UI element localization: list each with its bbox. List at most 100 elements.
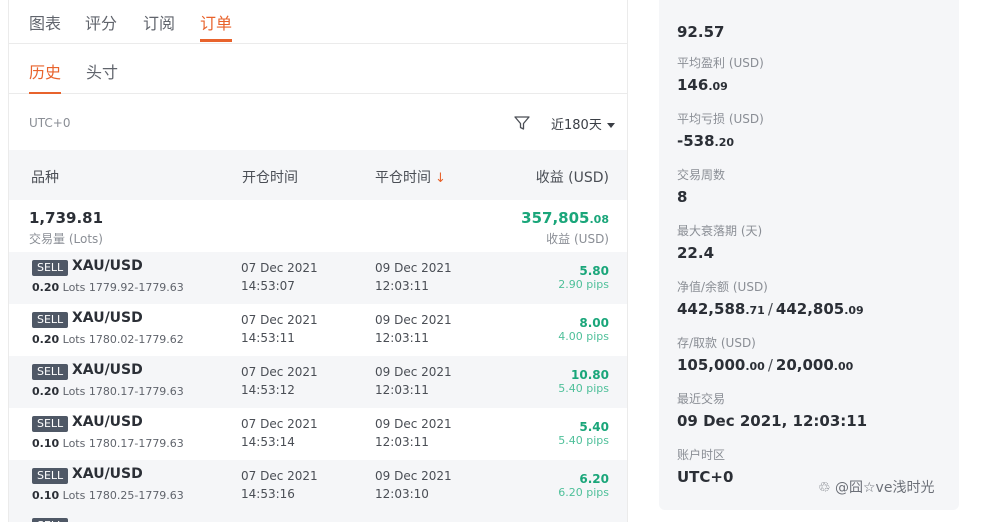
table-row[interactable]: SELL XAU/USD 0.20 Lots 1780.02-1779.62 07 D… — [9, 304, 627, 356]
total-profit-dec: .08 — [589, 213, 610, 226]
stats-card: 92.57 平均盈利 (USD) 146.09 平均亏损 (USD) -538.… — [659, 0, 959, 510]
total-profit-label: 收益 (USD) — [546, 232, 609, 246]
close-date: 09 Dec 2021 — [375, 417, 452, 431]
deposit-int: 105,000 — [677, 356, 746, 374]
stat-max-drawdown-period: 最大衰落期 (天) 22.4 — [677, 222, 762, 262]
lots-value: 0.20 — [32, 333, 60, 346]
profit-value: 10.80 — [571, 368, 609, 382]
symbol-label: XAU/USD — [72, 362, 143, 378]
table-row[interactable]: SELL XAU/USD 0.10 Lots 1780.17-1779.63 07 D… — [9, 408, 627, 460]
balance-dec: .09 — [844, 304, 864, 317]
total-profit-int: 357,805 — [521, 209, 590, 227]
tab-positions[interactable]: 头寸 — [86, 59, 118, 83]
column-profit: 收益 (USD) — [535, 170, 609, 186]
stat-account-timezone: 账户时区 UTC+0 — [677, 446, 733, 486]
price-range: 1779.92-1779.63 — [88, 281, 184, 294]
stat-value-int: -538 — [677, 132, 715, 150]
side-badge: SELL — [32, 518, 69, 522]
withdraw-dec: .00 — [833, 360, 854, 373]
stat-label: 交易周数 — [677, 168, 726, 182]
close-time: 12:03:10 — [375, 487, 429, 501]
lots-line: 0.20 Lots 1780.02-1779.62 — [32, 333, 184, 346]
lots-unit: Lots — [62, 489, 86, 502]
price-range: 1780.17-1779.63 — [88, 437, 184, 450]
sort-down-icon: ↓ — [435, 171, 446, 186]
close-date: 09 Dec 2021 — [375, 313, 452, 327]
value-separator: / — [767, 300, 773, 318]
tab-rating[interactable]: 评分 — [85, 10, 117, 34]
column-open-time[interactable]: 开仓时间 — [242, 167, 298, 187]
stat-value: -538.20 — [677, 132, 764, 150]
column-close-time-label: 平仓时间 — [375, 170, 431, 186]
caret-down-icon — [606, 123, 615, 128]
pips-value: 5.40 pips — [558, 434, 609, 447]
column-close-time[interactable]: 平仓时间 ↓ — [375, 167, 446, 187]
stat-last-trade: 最近交易 09 Dec 2021, 12:03:11 — [677, 390, 867, 430]
table-row[interactable]: SELL XAU/USD 0.20 Lots 1780.17-1779.63 07 D… — [9, 356, 627, 408]
sub-tab-bar: 历史 头寸 — [9, 44, 627, 94]
stat-value: 146.09 — [677, 76, 764, 94]
tab-history[interactable]: 历史 — [29, 59, 62, 94]
side-badge: SELL — [32, 364, 69, 380]
stat-label: 存/取款 (USD) — [677, 336, 756, 350]
lots-unit: Lots — [62, 437, 86, 450]
stat-label: 平均盈利 (USD) — [677, 56, 764, 70]
range-dropdown[interactable]: 近180天 — [551, 114, 615, 133]
lots-line: 0.20 Lots 1780.17-1779.63 — [32, 385, 184, 398]
value-separator: / — [767, 356, 773, 374]
stat-label: 最近交易 — [677, 392, 726, 406]
open-time: 14:53:12 — [241, 383, 295, 397]
timezone-label: UTC+0 — [29, 116, 71, 130]
stat-value-dec: .20 — [714, 136, 735, 149]
price-range: 1780.02-1779.62 — [88, 333, 184, 346]
withdraw-int: 20,000 — [775, 356, 834, 374]
table-row[interactable]: SELL XAU/USD 0.20 Lots 1779.92-1779.63 07 D… — [9, 252, 627, 304]
open-date: 07 Dec 2021 — [241, 469, 318, 483]
lots-value: 0.20 — [32, 385, 60, 398]
open-date: 07 Dec 2021 — [241, 417, 318, 431]
profit-value: 5.80 — [579, 264, 609, 278]
stat-label: 最大衰落期 (天) — [677, 224, 763, 238]
pips-value: 6.20 pips — [558, 486, 609, 499]
profit-value: 6.20 — [579, 472, 609, 486]
stat-label: 平均亏损 (USD) — [677, 112, 764, 126]
profit-value: 5.40 — [579, 420, 609, 434]
filter-row: UTC+0 近180天 — [9, 94, 627, 150]
close-date: 09 Dec 2021 — [375, 469, 452, 483]
balance-int: 442,805 — [775, 300, 845, 318]
filter-icon[interactable] — [513, 114, 531, 132]
tab-subscribe[interactable]: 订阅 — [143, 10, 175, 34]
lots-value: 0.20 — [32, 281, 60, 294]
pips-value: 5.40 pips — [558, 382, 609, 395]
side-badge: SELL — [32, 312, 69, 328]
profit-value: 8.00 — [579, 316, 609, 330]
stat-value: 105,000.00/20,000.00 — [677, 356, 853, 374]
summary-row: 1,739.81 交易量 (Lots) 357,805.08 收益 (USD) — [9, 200, 627, 252]
open-time: 14:53:07 — [241, 279, 295, 293]
stat-value: 09 Dec 2021, 12:03:11 — [677, 412, 868, 430]
lots-unit: Lots — [62, 385, 86, 398]
stat-value: 22.4 — [677, 244, 715, 262]
stat-top-value: 92.57 — [677, 23, 725, 41]
open-date: 07 Dec 2021 — [241, 261, 318, 275]
stat-avg-loss: 平均亏损 (USD) -538.20 — [677, 110, 764, 150]
stat-value-int: 146 — [677, 76, 709, 94]
total-lots: 1,739.81 — [29, 209, 104, 227]
total-lots-label: 交易量 (Lots) — [29, 232, 103, 246]
tab-orders[interactable]: 订单 — [200, 10, 233, 42]
lots-line: 0.20 Lots 1779.92-1779.63 — [32, 281, 184, 294]
stat-avg-profit: 平均盈利 (USD) 146.09 — [677, 54, 764, 94]
table-row[interactable]: SELL XAU/USD 0.10 Lots 1780.25-1779.63 07 D… — [9, 460, 627, 512]
stat-value: 442,588.71/442,805.09 — [677, 300, 864, 318]
stat-value: UTC+0 — [677, 468, 734, 486]
open-time: 14:53:14 — [241, 435, 295, 449]
lots-line: 0.10 Lots 1780.25-1779.63 — [32, 489, 184, 502]
open-date: 07 Dec 2021 — [241, 313, 318, 327]
side-badge: SELL — [32, 468, 69, 484]
symbol-label: XAU/USD — [72, 258, 143, 274]
stat-label: 净值/余额 (USD) — [677, 280, 768, 294]
tab-chart[interactable]: 图表 — [29, 10, 61, 34]
price-range: 1780.17-1779.63 — [88, 385, 184, 398]
range-dropdown-label: 近180天 — [551, 118, 602, 133]
stat-top: 92.57 — [677, 18, 724, 41]
